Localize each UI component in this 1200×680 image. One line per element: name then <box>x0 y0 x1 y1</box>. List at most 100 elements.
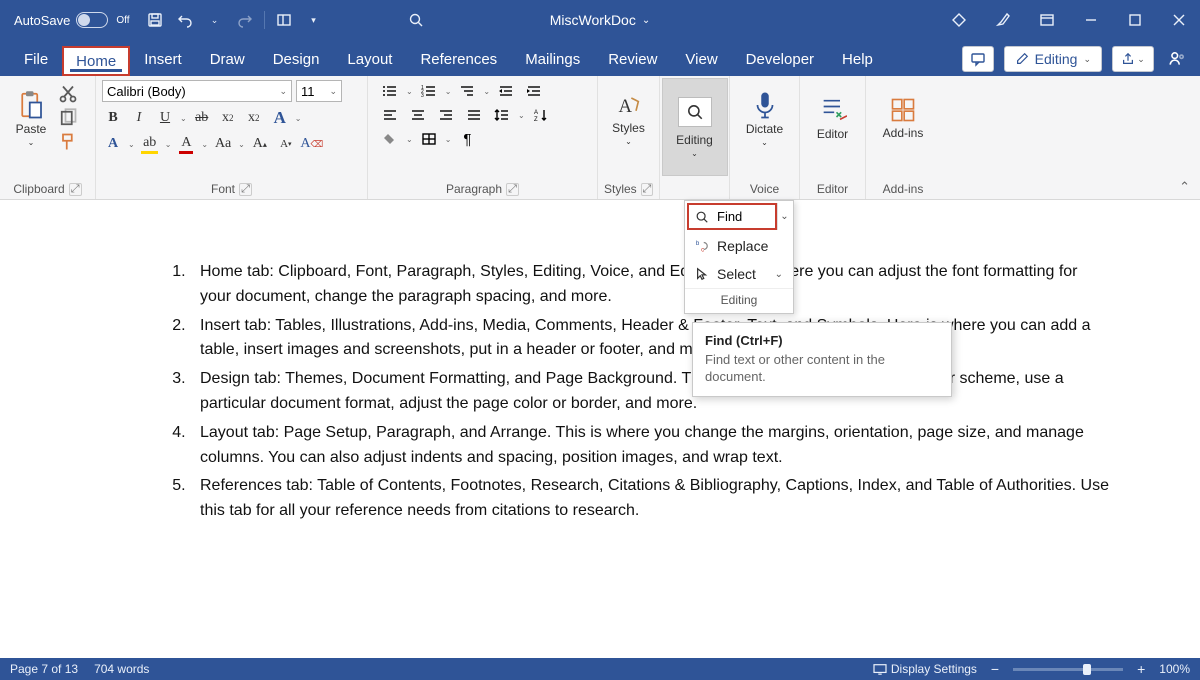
line-spacing-button[interactable] <box>490 106 514 124</box>
ribbon-display-icon[interactable] <box>1026 0 1068 40</box>
strikethrough-button[interactable]: ab <box>191 108 213 128</box>
group-font: Calibri (Body)⌄ 11⌄ B I U⌄ ab x2 x2 A⌄ A… <box>96 76 368 199</box>
align-left-button[interactable] <box>378 106 402 124</box>
collapse-ribbon-icon[interactable]: ⌃ <box>1179 179 1190 195</box>
zoom-out-button[interactable]: − <box>991 661 999 677</box>
document-canvas[interactable]: Home tab: Clipboard, Font, Paragraph, St… <box>0 200 1200 658</box>
tab-mailings[interactable]: Mailings <box>511 44 594 76</box>
increase-indent-button[interactable] <box>522 82 546 100</box>
page-indicator[interactable]: Page 7 of 13 <box>10 662 78 676</box>
font-color-button[interactable]: A <box>175 134 197 154</box>
document-title[interactable]: MiscWorkDoc ⌄ <box>550 12 650 28</box>
underline-button[interactable]: U <box>154 108 176 128</box>
qat-divider <box>264 11 265 29</box>
share-button[interactable]: ⌄ <box>1112 46 1154 72</box>
tab-file[interactable]: File <box>10 44 62 76</box>
tooltip-title: Find (Ctrl+F) <box>705 333 939 348</box>
zoom-level[interactable]: 100% <box>1159 662 1190 676</box>
document-page: Home tab: Clipboard, Font, Paragraph, St… <box>90 260 1140 524</box>
multilevel-list-button[interactable] <box>455 82 479 100</box>
bullets-button[interactable] <box>378 82 402 100</box>
comments-button[interactable] <box>962 46 994 72</box>
svg-text:Z: Z <box>534 117 538 122</box>
dictate-button[interactable]: Dictate⌄ <box>740 80 790 156</box>
tab-references[interactable]: References <box>406 44 511 76</box>
group-editor: Editor Editor <box>800 76 866 199</box>
presence-icon[interactable] <box>1164 46 1190 72</box>
replace-menu-item[interactable]: bc Replace <box>685 232 793 260</box>
addins-button[interactable]: Add-ins <box>878 80 928 156</box>
superscript-button[interactable]: x2 <box>243 108 265 128</box>
tab-developer[interactable]: Developer <box>732 44 828 76</box>
justify-button[interactable] <box>462 106 486 124</box>
qat-customize-icon[interactable]: ▾ <box>303 9 325 31</box>
group-styles: A Styles⌄ Styles⤢ <box>598 76 660 199</box>
tab-view[interactable]: View <box>671 44 731 76</box>
autosave-control[interactable]: AutoSave Off <box>14 12 130 28</box>
select-menu-item[interactable]: Select ⌄ <box>685 260 793 288</box>
text-effects-button[interactable]: A <box>269 108 291 128</box>
save-icon[interactable] <box>144 9 166 31</box>
font-family-combo[interactable]: Calibri (Body)⌄ <box>102 80 292 102</box>
styles-button[interactable]: A Styles⌄ <box>604 80 653 156</box>
clear-formatting-button[interactable]: A⌫ <box>301 134 323 154</box>
editing-mode-button[interactable]: Editing ⌄ <box>1004 46 1102 72</box>
tab-design[interactable]: Design <box>259 44 334 76</box>
ribbon-tabs: File Home Insert Draw Design Layout Refe… <box>0 40 1200 76</box>
highlight-color-button[interactable]: ab <box>139 134 161 154</box>
decrease-indent-button[interactable] <box>494 82 518 100</box>
show-marks-button[interactable]: ¶ <box>455 130 479 148</box>
search-icon[interactable] <box>405 9 427 31</box>
tab-insert[interactable]: Insert <box>130 44 196 76</box>
text-highlight-button[interactable]: A <box>102 134 124 154</box>
zoom-slider[interactable] <box>1013 668 1123 671</box>
copy-icon[interactable] <box>58 108 78 128</box>
autosave-label: AutoSave <box>14 13 70 28</box>
tab-draw[interactable]: Draw <box>196 44 259 76</box>
align-center-button[interactable] <box>406 106 430 124</box>
subscript-button[interactable]: x2 <box>217 108 239 128</box>
shading-button[interactable] <box>378 130 402 148</box>
bold-button[interactable]: B <box>102 108 124 128</box>
paragraph-launcher-icon[interactable]: ⤢ <box>506 183 519 196</box>
styles-launcher-icon[interactable]: ⤢ <box>641 183 653 196</box>
editing-button[interactable]: Editing⌄ <box>662 78 728 176</box>
diamond-icon[interactable] <box>938 0 980 40</box>
layout-view-icon[interactable] <box>273 9 295 31</box>
close-button[interactable] <box>1158 0 1200 40</box>
brush-icon[interactable] <box>982 0 1024 40</box>
italic-button[interactable]: I <box>128 108 150 128</box>
editor-button[interactable]: Editor <box>808 80 858 156</box>
format-painter-icon[interactable] <box>58 132 78 152</box>
paste-button[interactable]: Paste ⌄ <box>6 80 56 156</box>
shrink-font-button[interactable]: A▾ <box>275 134 297 154</box>
tab-help[interactable]: Help <box>828 44 887 76</box>
autosave-toggle[interactable] <box>76 12 108 28</box>
cut-icon[interactable] <box>58 84 78 104</box>
undo-icon[interactable] <box>174 9 196 31</box>
tab-review[interactable]: Review <box>594 44 671 76</box>
tab-home[interactable]: Home <box>62 46 130 76</box>
group-paragraph: ⌄ 123⌄ ⌄ ⌄ AZ ⌄ ⌄ ¶ Paragraph⤢ <box>368 76 598 199</box>
clipboard-launcher-icon[interactable]: ⤢ <box>69 183 82 196</box>
display-settings-button[interactable]: Display Settings <box>873 662 977 676</box>
find-menu-item[interactable]: Find <box>687 203 777 230</box>
window-controls <box>938 0 1200 40</box>
font-size-combo[interactable]: 11⌄ <box>296 80 342 102</box>
borders-button[interactable] <box>417 130 441 148</box>
tab-layout[interactable]: Layout <box>333 44 406 76</box>
title-bar: AutoSave Off ⌄ ▾ MiscWorkDoc ⌄ <box>0 0 1200 40</box>
group-voice: Dictate⌄ Voice <box>730 76 800 199</box>
maximize-button[interactable] <box>1114 0 1156 40</box>
word-count[interactable]: 704 words <box>94 662 149 676</box>
minimize-button[interactable] <box>1070 0 1112 40</box>
font-launcher-icon[interactable]: ⤢ <box>239 183 252 196</box>
grow-font-button[interactable]: A▴ <box>249 134 271 154</box>
undo-chevron-icon[interactable]: ⌄ <box>204 9 226 31</box>
numbering-button[interactable]: 123 <box>417 82 441 100</box>
zoom-in-button[interactable]: + <box>1137 661 1145 677</box>
find-split-chevron[interactable]: ⌄ <box>777 203 791 230</box>
align-right-button[interactable] <box>434 106 458 124</box>
sort-button[interactable]: AZ <box>529 106 553 124</box>
change-case-button[interactable]: Aa <box>212 134 234 154</box>
